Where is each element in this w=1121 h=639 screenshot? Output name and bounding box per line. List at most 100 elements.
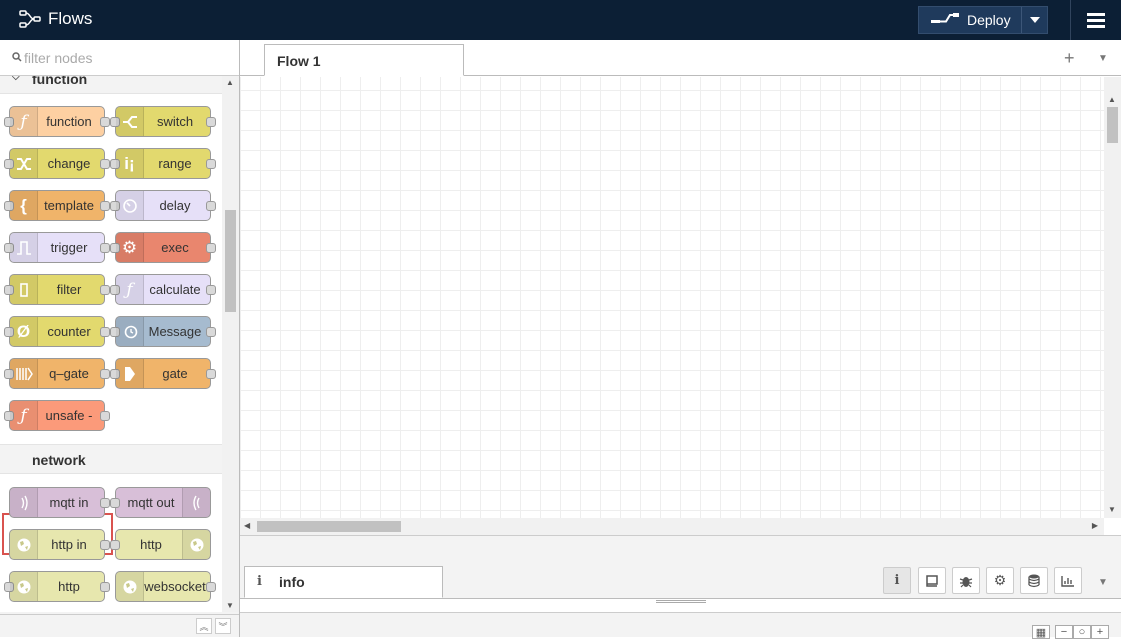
filter-icon <box>10 275 38 304</box>
chevron-down-icon: ⌵ <box>12 76 20 83</box>
expand-all-icon[interactable]: ︾ <box>215 618 231 634</box>
palette-node-calculate[interactable]: ƒ calculate <box>110 274 216 305</box>
scroll-down-icon[interactable]: ▼ <box>226 601 234 610</box>
node-label: Message <box>148 324 202 339</box>
palette-node-message[interactable]: Message <box>110 316 216 347</box>
tab-label: Flow 1 <box>277 53 321 69</box>
node-label: websocket <box>144 579 206 594</box>
category-header-network[interactable]: network <box>0 444 222 474</box>
palette-node-delay[interactable]: delay <box>110 190 216 221</box>
node-label: q–gate <box>49 366 89 381</box>
palette-search <box>0 40 239 76</box>
sidebar-dashboard-button[interactable] <box>1054 567 1082 594</box>
info-icon: i <box>894 573 900 588</box>
book-icon <box>926 574 938 587</box>
main-menu-button[interactable] <box>1070 0 1121 40</box>
sidebar-config-button[interactable]: ⚙ <box>986 567 1014 594</box>
palette-node-switch[interactable]: switch <box>110 106 216 137</box>
sidebar-menu-caret-icon[interactable]: ▼ <box>1098 577 1108 588</box>
globe-icon <box>182 530 210 559</box>
category-header-function[interactable]: ⌵ function <box>0 76 222 94</box>
palette-scrollbar[interactable]: ▲ ▼ <box>222 76 239 612</box>
output-port <box>206 159 216 169</box>
palette-node-function[interactable]: ƒ function <box>4 106 110 137</box>
scroll-up-icon[interactable]: ▲ <box>1108 95 1116 104</box>
input-port <box>110 498 120 508</box>
scroll-down-icon[interactable]: ▼ <box>1108 505 1116 514</box>
scrollbar-thumb[interactable] <box>257 521 401 532</box>
node-label: change <box>47 156 91 171</box>
palette-node-http-response[interactable]: http <box>110 529 211 560</box>
output-port <box>206 243 216 253</box>
palette-node-exec[interactable]: ⚙ exec <box>110 232 216 263</box>
palette-scroll-area: ⌵ function ƒ function switch change i¡ r… <box>0 76 239 612</box>
flow-canvas[interactable] <box>240 77 1104 518</box>
function-icon: ƒ <box>116 275 144 304</box>
tab-flow-1[interactable]: Flow 1 <box>264 44 464 76</box>
hamburger-icon <box>1087 12 1105 28</box>
sidebar-tab-info[interactable]: i info <box>244 566 443 598</box>
header-bar: Flows Deploy <box>0 0 1121 40</box>
output-port <box>100 201 110 211</box>
palette-node-range[interactable]: i¡ range <box>110 148 216 179</box>
cog-icon: ⚙ <box>116 233 144 262</box>
history-icon <box>116 317 144 346</box>
sidebar-info-button[interactable]: i <box>883 567 911 594</box>
collapse-all-icon[interactable]: ︽ <box>196 618 212 634</box>
output-port <box>206 201 216 211</box>
palette-node-mqtt-in[interactable]: mqtt in <box>9 487 110 518</box>
palette-node-mqtt-out[interactable]: mqtt out <box>110 487 211 518</box>
palette-node-trigger[interactable]: trigger <box>4 232 110 263</box>
node-label: mqtt out <box>127 495 175 510</box>
canvas-horizontal-scrollbar[interactable]: ◀ ▶ <box>240 518 1104 535</box>
palette-node-q-gate[interactable]: q–gate <box>4 358 110 389</box>
node-label: unsafe - <box>45 408 93 423</box>
globe-icon <box>10 572 38 601</box>
output-port <box>100 369 110 379</box>
deploy-label: Deploy <box>967 12 1011 28</box>
deploy-options-caret-icon[interactable] <box>1021 7 1047 33</box>
input-port <box>110 540 120 550</box>
palette-node-gate[interactable]: gate <box>110 358 216 389</box>
sidebar-context-button[interactable] <box>1020 567 1048 594</box>
node-label: mqtt in <box>49 495 89 510</box>
gate-arrow-icon <box>116 359 144 388</box>
app-title: Flows <box>48 9 93 28</box>
category-label: network <box>32 452 86 468</box>
palette-node-template[interactable]: { template <box>4 190 110 221</box>
output-port <box>100 327 110 337</box>
scrollbar-thumb[interactable] <box>225 210 236 312</box>
deploy-button[interactable]: Deploy <box>918 6 1048 34</box>
deploy-icon <box>931 13 959 23</box>
node-label: http in <box>51 537 87 552</box>
trigger-pulse-icon <box>10 233 38 262</box>
palette-node-filter[interactable]: filter <box>4 274 110 305</box>
function-icon: ƒ <box>10 107 38 136</box>
palette-footer: ︽ ︾ <box>0 614 239 637</box>
shuffle-icon <box>10 149 38 178</box>
node-label: http <box>58 579 80 594</box>
search-icon <box>12 52 22 62</box>
palette-node-websocket[interactable]: websocket <box>115 571 216 602</box>
sidebar-help-button[interactable] <box>918 567 946 594</box>
scroll-left-icon[interactable]: ◀ <box>244 521 250 530</box>
node-label: function <box>46 114 92 129</box>
sidebar-debug-button[interactable] <box>952 567 980 594</box>
output-port <box>100 411 110 421</box>
output-port <box>206 285 216 295</box>
add-flow-icon[interactable]: + <box>1064 48 1075 69</box>
scroll-up-icon[interactable]: ▲ <box>226 78 234 87</box>
canvas-vertical-scrollbar[interactable]: ▲ ▼ <box>1104 77 1121 518</box>
filter-nodes-input[interactable] <box>24 49 224 67</box>
tab-menu-caret-icon[interactable]: ▼ <box>1098 53 1108 64</box>
scrollbar-thumb[interactable] <box>1107 107 1118 143</box>
palette-node-http-request[interactable]: http <box>4 571 110 602</box>
palette-node-change[interactable]: change <box>4 148 110 179</box>
sidebar-resize-handle[interactable] <box>656 600 706 603</box>
node-label: switch <box>156 114 194 129</box>
palette-node-unsafe-function[interactable]: ƒ unsafe - <box>4 400 110 431</box>
palette-node-http-in[interactable]: http in <box>9 529 110 560</box>
scroll-right-icon[interactable]: ▶ <box>1092 521 1098 530</box>
sidebar-tab-label: info <box>279 574 305 590</box>
palette-node-counter[interactable]: Ø counter <box>4 316 110 347</box>
